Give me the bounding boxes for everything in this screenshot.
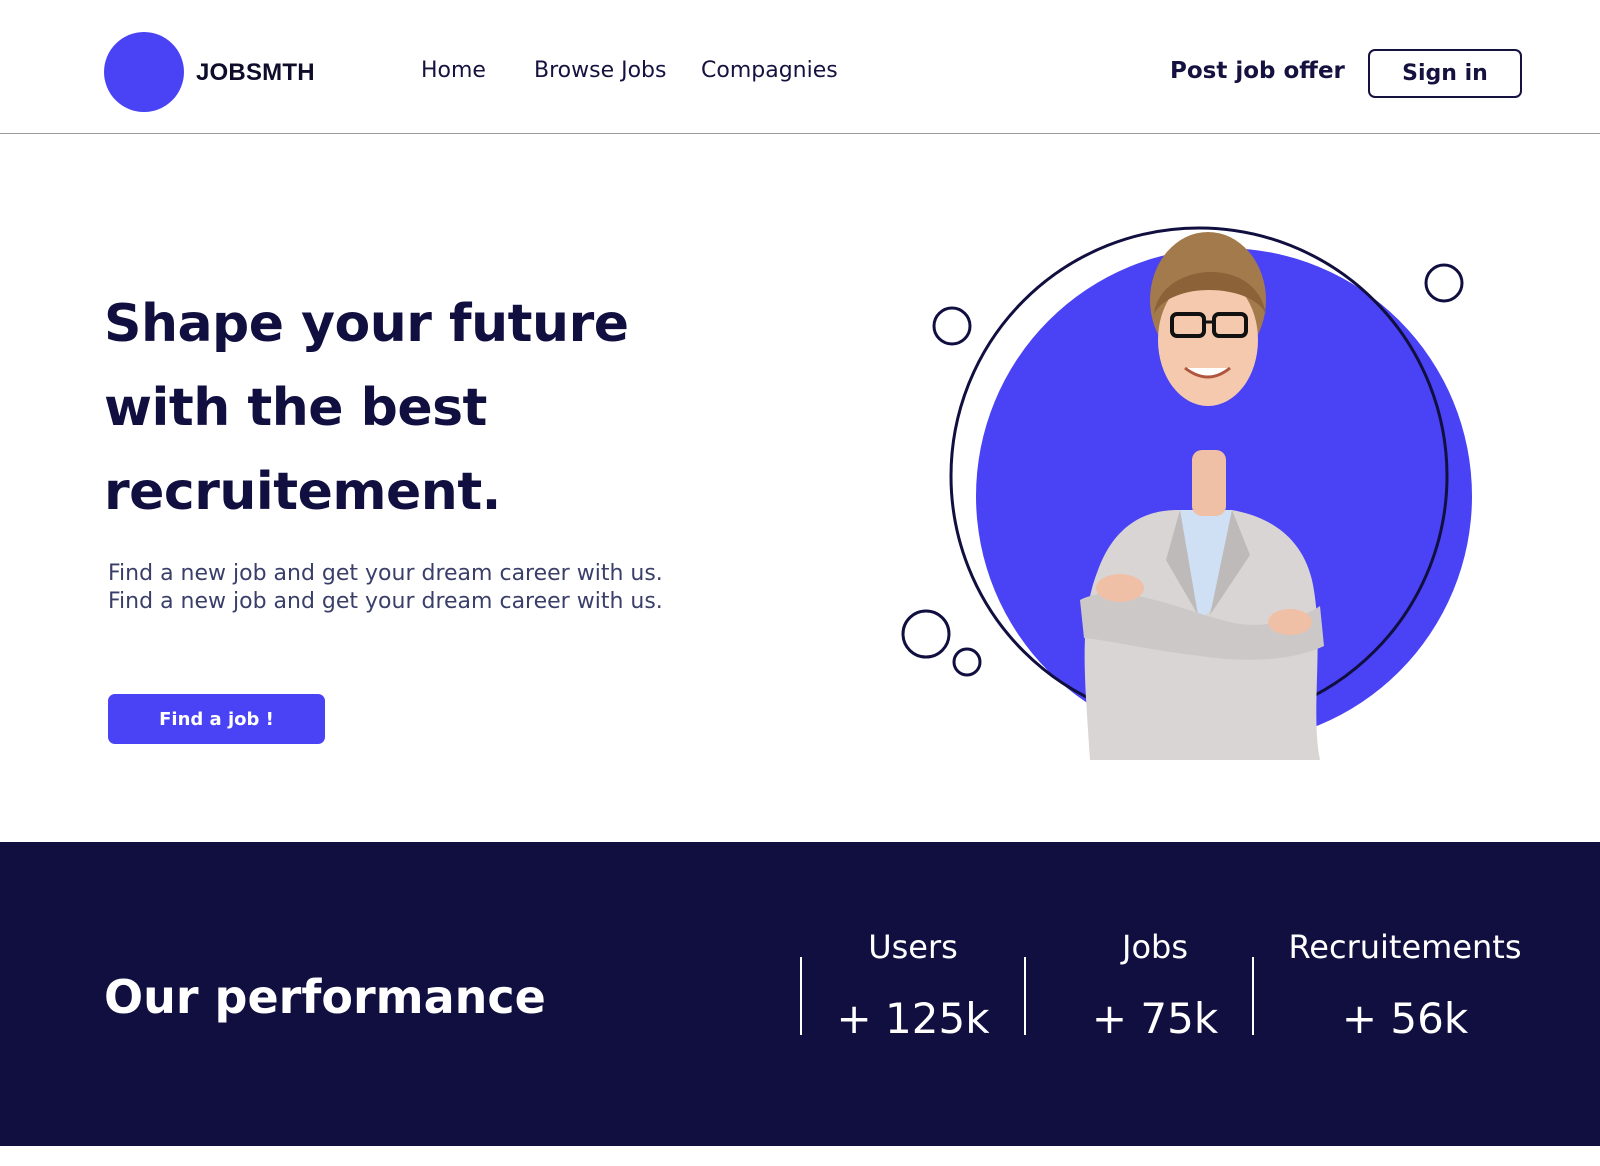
performance-section: Our performance Users + 125k Jobs + 75k … [0, 842, 1600, 1146]
stat-label: Recruitements [1288, 928, 1522, 966]
bubble-icon [932, 306, 972, 346]
nav-link-companies[interactable]: Compagnies [701, 58, 838, 83]
bubble-icon [952, 647, 982, 677]
stat-divider [1252, 957, 1254, 1035]
nav-link-browse-jobs[interactable]: Browse Jobs [534, 58, 666, 83]
stat-label: Users [868, 928, 958, 966]
bubble-icon [901, 609, 951, 659]
stat-value: + 125k [836, 994, 990, 1043]
stat-divider [800, 957, 802, 1035]
stat-value: + 75k [1091, 994, 1219, 1043]
logo-circle-icon[interactable] [104, 32, 184, 112]
hero-description: Find a new job and get your dream career… [108, 561, 663, 614]
bubble-icon [1424, 263, 1464, 303]
sign-in-button[interactable]: Sign in [1368, 49, 1522, 98]
hero-title-line-2: with the best [104, 378, 487, 438]
hero-title-line-3: recruitement. [104, 462, 501, 522]
site-header: JOBSMTH Home Browse Jobs Compagnies Post… [0, 0, 1600, 134]
stat-value: + 56k [1341, 994, 1469, 1043]
hero-illustration [901, 226, 1472, 760]
post-job-offer-link[interactable]: Post job offer [1170, 58, 1345, 84]
find-job-button[interactable]: Find a job ! [108, 694, 325, 744]
stat-divider [1024, 957, 1026, 1035]
hero-title-line-1: Shape your future [104, 294, 629, 354]
hero-title: Shape your future with the best recruite… [104, 282, 724, 534]
stat-label: Jobs [1122, 928, 1188, 966]
nav-link-home[interactable]: Home [421, 58, 486, 83]
brand-name[interactable]: JOBSMTH [196, 59, 315, 87]
performance-title: Our performance [104, 970, 546, 1024]
